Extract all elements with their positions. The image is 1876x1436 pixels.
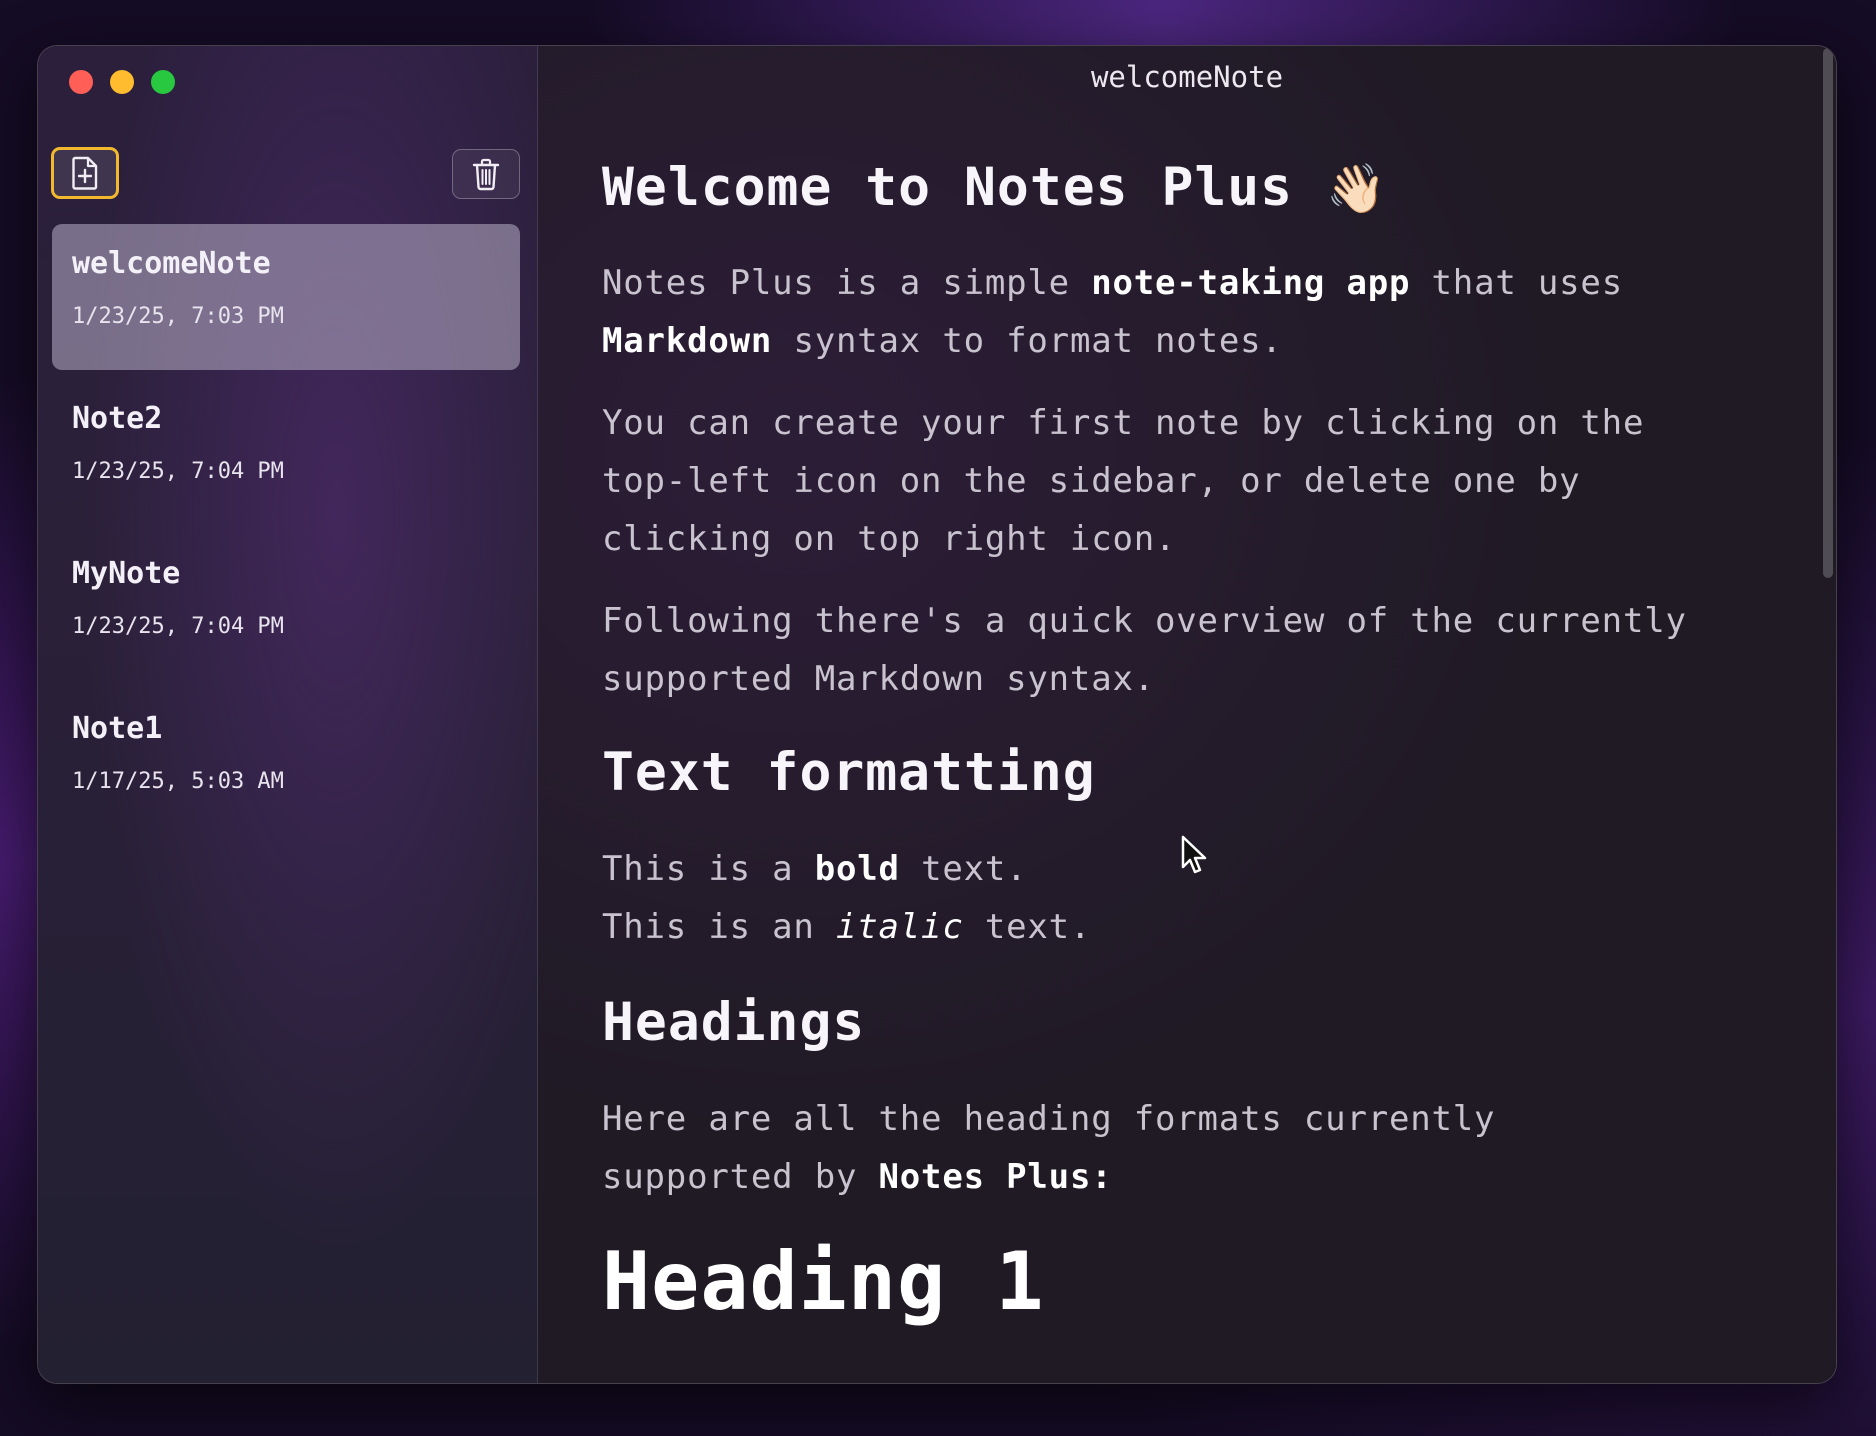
note-list-item-note2[interactable]: Note2 1/23/25, 7:04 PM xyxy=(52,379,520,525)
note-date: 1/23/25, 7:03 PM xyxy=(72,304,284,329)
intro-paragraph: Notes Plus is a simple note-taking app t… xyxy=(602,263,1623,361)
maximize-window-button[interactable] xyxy=(151,70,175,94)
vertical-scrollbar[interactable] xyxy=(1821,46,1835,581)
overview-paragraph: Following there's a quick overview of th… xyxy=(602,601,1687,699)
note-list-item-note1[interactable]: Note1 1/17/25, 5:03 AM xyxy=(52,689,520,835)
note-date: 1/17/25, 5:03 AM xyxy=(72,769,284,794)
scrollbar-thumb[interactable] xyxy=(1823,48,1833,578)
note-list-item-welcomenote[interactable]: welcomeNote 1/23/25, 7:03 PM xyxy=(52,224,520,370)
window-controls xyxy=(69,70,175,94)
note-date: 1/23/25, 7:04 PM xyxy=(72,459,284,484)
italic-example-line: This is an italic text. xyxy=(602,907,1092,947)
new-note-button[interactable] xyxy=(51,147,119,199)
mouse-pointer-icon xyxy=(1181,835,1207,874)
note-editor[interactable]: welcomeNote Welcome to Notes Plus 👋🏻 Not… xyxy=(538,46,1836,1383)
heading-welcome-text: Welcome to Notes Plus xyxy=(602,157,1294,218)
heading-welcome: Welcome to Notes Plus 👋🏻 xyxy=(602,146,1776,230)
note-title: Note1 xyxy=(72,711,163,746)
note-list: welcomeNote 1/23/25, 7:03 PM Note2 1/23/… xyxy=(52,224,520,844)
note-title: welcomeNote xyxy=(72,246,271,281)
waving-hand-icon: 👋🏻 xyxy=(1326,161,1387,217)
doc-plus-icon xyxy=(72,156,98,190)
note-list-item-mynote[interactable]: MyNote 1/23/25, 7:04 PM xyxy=(52,534,520,680)
note-title: Note2 xyxy=(72,401,163,436)
heading-headings: Headings xyxy=(602,992,866,1053)
trash-icon xyxy=(472,158,500,191)
headings-paragraph: Here are all the heading formats current… xyxy=(602,1099,1496,1197)
minimize-window-button[interactable] xyxy=(110,70,134,94)
note-title: MyNote xyxy=(72,556,181,591)
note-content[interactable]: Welcome to Notes Plus 👋🏻 Notes Plus is a… xyxy=(602,146,1776,1332)
sidebar-toolbar xyxy=(51,147,520,203)
window-title: welcomeNote xyxy=(1090,60,1284,94)
note-date: 1/23/25, 7:04 PM xyxy=(72,614,284,639)
delete-note-button[interactable] xyxy=(452,149,520,199)
close-window-button[interactable] xyxy=(69,70,93,94)
create-paragraph: You can create your first note by clicki… xyxy=(602,403,1645,559)
app-window: welcomeNote 1/23/25, 7:03 PM Note2 1/23/… xyxy=(37,45,1837,1384)
heading-1-example: Heading 1 xyxy=(602,1235,1045,1328)
heading-text-formatting: Text formatting xyxy=(602,742,1096,803)
sidebar: welcomeNote 1/23/25, 7:03 PM Note2 1/23/… xyxy=(38,46,538,1383)
